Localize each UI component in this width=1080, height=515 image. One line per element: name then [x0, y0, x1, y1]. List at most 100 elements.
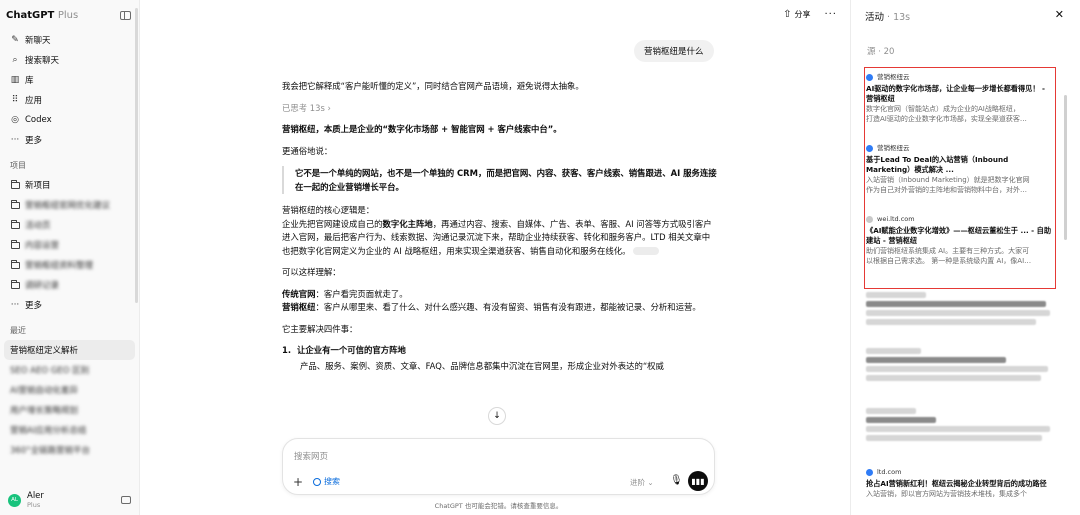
source-card[interactable]: ltd.com 抢占AI营销新红利！枢纽云揭秘企业转型背后的成功路径 入站营销，…	[866, 467, 1054, 499]
source-site: 营销枢纽云	[866, 143, 1054, 153]
core-bold: 数字化主阵地	[382, 218, 433, 229]
chat-history-item[interactable]: 360°全链路营销平台	[4, 440, 135, 460]
more-options-button[interactable]: ···	[824, 9, 837, 20]
sidebar-scrollbar[interactable]	[135, 8, 138, 303]
sidebar-item-apps[interactable]: ⠿ 应用	[4, 90, 135, 110]
sidebar: ChatGPT Plus ✎ 新聊天 ⌕ 搜索聊天 ▥ 库 ⠿ 应用 ◎ Cod…	[0, 0, 140, 515]
list-item-title: 1. 让企业有一个可信的官方阵地	[282, 344, 718, 358]
plain-lead: 更通俗地说：	[282, 145, 333, 156]
model-switcher[interactable]: ChatGPT Plus	[6, 10, 78, 21]
source-snippet: 以根据自己需求选。 第一种是系统级内置 AI，像AI…	[866, 257, 1032, 265]
source-card[interactable]: wei.ltd.com 《AI赋能企业数字化增效》——枢纽云董松生于 ... -…	[866, 214, 1054, 266]
search-toggle-label: 搜索	[324, 477, 340, 486]
sidebar-item-label: Codex	[25, 115, 52, 125]
citation-chip[interactable]	[633, 247, 660, 255]
folder-icon	[10, 259, 20, 270]
list-item-text: 产品、服务、案例、资质、文章、FAQ、品牌信息都集中沉淀在官网里，形成企业对外表…	[300, 360, 664, 371]
chat-history-item[interactable]: 营销AI应用分析总结	[4, 420, 135, 440]
activity-title-text: 活动	[865, 12, 885, 23]
source-snippet: 入站营销，即以官方网站为营销技术堆栈，集成多个	[866, 490, 1027, 498]
blockquote: 它不是一个单纯的网站，也不是一个单独的 CRM，而是把官网、内容、获客、客户线索…	[282, 166, 718, 194]
share-label: 分享	[794, 10, 811, 19]
new-chat-icon: ✎	[11, 35, 19, 45]
chat-title: 营销枢纽定义解析	[10, 346, 79, 356]
user-menu[interactable]: AL Aler Plus	[0, 485, 139, 515]
add-attachment-button[interactable]: +	[293, 475, 303, 489]
sidebar-item-label: 库	[25, 76, 34, 86]
sidebar-item-label: 活动页	[25, 221, 51, 231]
sidebar-item-new-project[interactable]: 新项目	[4, 175, 135, 195]
reasoning-select[interactable]: 进阶 ⌄	[630, 477, 654, 488]
sidebar-item-project[interactable]: 活动页	[4, 215, 135, 235]
favicon-icon	[866, 468, 873, 476]
avatar: AL	[8, 493, 21, 507]
comparison: 传统官网：客户看完页面就走了。 营销枢纽：客户从哪里来、看了什么、对什么感兴趣、…	[282, 288, 718, 315]
headline-text: 营销枢纽，本质上是企业的“数字化市场部 + 智能官网 + 客户线索中台”。	[282, 124, 562, 134]
sidebar-item-project[interactable]: 内容运营	[4, 235, 135, 255]
microphone-icon[interactable]: 🎙	[670, 475, 683, 486]
thought-toggle[interactable]: 已思考 13s ›	[282, 102, 718, 116]
disclaimer: ChatGPT 也可能会犯错。请核查重要信息。	[434, 502, 563, 510]
user-info: Aler Plus	[27, 490, 44, 509]
recent-header: 最近	[10, 326, 26, 335]
scroll-down-button[interactable]: ↓	[488, 407, 506, 425]
sidebar-item-library[interactable]: ▥ 库	[4, 70, 135, 90]
source-snippet: 作为自己对外营销的主阵地和营销物料中台，对外…	[866, 186, 1027, 194]
folder-icon	[10, 219, 20, 230]
codex-icon: ◎	[11, 115, 19, 125]
sidebar-item-project[interactable]: 营销枢纽资料整理	[4, 255, 135, 275]
sidebar-item-search-chats[interactable]: ⌕ 搜索聊天	[4, 50, 135, 70]
sidebar-item-label: 调研记录	[25, 281, 60, 291]
close-icon[interactable]: ✕	[1055, 8, 1064, 21]
activity-title: 活动 · 13s	[865, 9, 910, 23]
folder-icon	[10, 279, 20, 290]
hub-text: ：客户从哪里来、看了什么、对什么感兴趣、有没有留资、销售有没有跟进，都能被记录、…	[315, 302, 701, 312]
user-plan: Plus	[27, 500, 41, 509]
source-title: 基于Lead To Deal的入站营销（Inbound Marketing）模式…	[866, 155, 1009, 174]
activity-duration: · 13s	[887, 12, 911, 23]
share-button[interactable]: ⇧ 分享	[783, 9, 810, 20]
source-snippet: 助们营销枢纽系统集成 AI。主要有三种方式。大家可	[866, 247, 1030, 255]
source-card-blurred[interactable]	[866, 289, 1052, 328]
recent-chats-list: 营销枢纽定义解析 SEO AEO GEO 区别 AI营销自动化差异 用户增长策略…	[0, 340, 139, 460]
folder-icon	[10, 239, 20, 250]
source-card[interactable]: 营销枢纽云 AI驱动的数字化市场部，让企业每一步增长都看得见！ - 营销枢纽 数…	[866, 72, 1054, 124]
list-item-heading: 让企业有一个可信的官方阵地	[297, 345, 406, 355]
sidebar-item-new-chat[interactable]: ✎ 新聊天	[4, 30, 135, 50]
source-card[interactable]: 营销枢纽云 基于Lead To Deal的入站营销（Inbound Market…	[866, 143, 1054, 195]
chat-history-item-active[interactable]: 营销枢纽定义解析	[4, 340, 135, 360]
library-icon: ▥	[10, 75, 20, 85]
voice-mode-button[interactable]: ▮▮▮	[688, 471, 708, 491]
source-site: 营销枢纽云	[866, 72, 1054, 82]
source-card-blurred[interactable]	[866, 345, 1052, 384]
sidebar-item-label: 新项目	[25, 181, 51, 191]
panel-scrollbar[interactable]	[1064, 95, 1067, 240]
chat-history-item[interactable]: AI营销自动化差异	[4, 380, 135, 400]
sidebar-toggle-icon[interactable]	[120, 10, 131, 20]
sources-count: 源 · 20	[867, 47, 895, 57]
sidebar-item-codex[interactable]: ◎ Codex	[4, 110, 135, 130]
brand-plan: Plus	[57, 9, 79, 21]
sidebar-item-label: 搜索聊天	[25, 56, 60, 66]
prompt-input[interactable]: 搜索网页	[294, 450, 328, 462]
gift-icon[interactable]	[121, 496, 131, 504]
composer: 搜索网页 + 搜索 进阶 ⌄ 🎙 ▮▮▮	[282, 438, 715, 495]
assistant-message: 我会把它解释成“客户能听懂的定义”，同时结合官网产品语境，避免说得太抽象。 已思…	[282, 80, 718, 373]
understand-lead: 可以这样理解：	[282, 267, 341, 277]
source-site: wei.ltd.com	[866, 214, 1054, 224]
brand-name: ChatGPT	[6, 9, 55, 21]
user-name: Aler	[27, 490, 44, 501]
web-search-toggle[interactable]: 搜索	[313, 476, 340, 487]
source-site-name: wei.ltd.com	[877, 215, 915, 223]
source-snippet: 数字化官网（智能站点）成为企业的AI战略枢纽，	[866, 105, 1020, 113]
sidebar-item-more[interactable]: ··· 更多	[4, 130, 135, 150]
sidebar-item-project[interactable]: 营销枢纽官网优化建议	[4, 195, 135, 215]
favicon-icon	[866, 144, 873, 152]
assistant-intro: 我会把它解释成“客户能听懂的定义”，同时结合官网产品语境，避免说得太抽象。	[282, 81, 584, 91]
apps-icon: ⠿	[11, 95, 19, 105]
chat-history-item[interactable]: 用户增长策略规划	[4, 400, 135, 420]
source-card-blurred[interactable]	[866, 405, 1052, 444]
sidebar-item-projects-more[interactable]: ··· 更多	[4, 295, 135, 315]
sidebar-item-project[interactable]: 调研记录	[4, 275, 135, 295]
chat-history-item[interactable]: SEO AEO GEO 区别	[4, 360, 135, 380]
